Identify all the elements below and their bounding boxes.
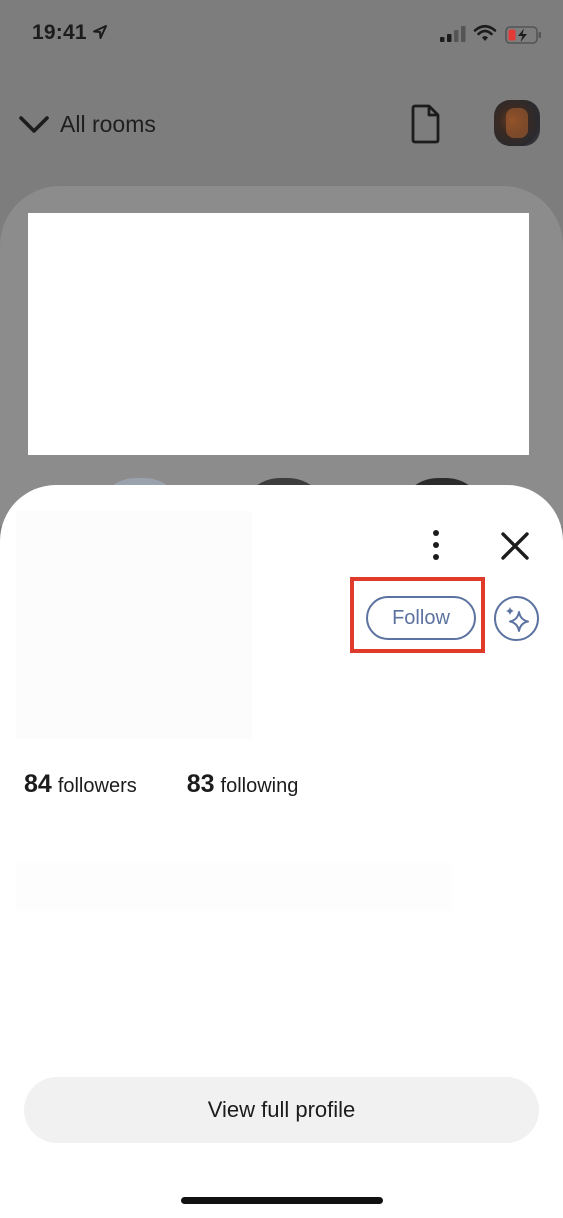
- location-arrow-icon: [93, 25, 107, 39]
- document-icon: [411, 104, 440, 144]
- follow-stats: 84 followers 83 following: [24, 770, 298, 799]
- user-avatar[interactable]: [494, 100, 540, 146]
- following-stat[interactable]: 83 following: [187, 770, 299, 799]
- sparkle-icon: [505, 606, 529, 632]
- bio-block: [16, 863, 452, 911]
- close-button[interactable]: [498, 529, 532, 563]
- wifi-icon: [473, 24, 497, 41]
- close-icon: [501, 532, 529, 560]
- followers-stat[interactable]: 84 followers: [24, 770, 137, 799]
- status-time: 19:41: [32, 21, 87, 44]
- more-options-button[interactable]: [422, 527, 450, 563]
- room-card[interactable]: [0, 186, 563, 526]
- status-bar: 19:41: [0, 0, 563, 70]
- top-nav: All rooms: [0, 96, 563, 152]
- cellular-signal-icon: [440, 26, 466, 42]
- room-preview: [28, 213, 529, 455]
- profile-photo: [16, 511, 252, 739]
- following-label: following: [220, 775, 299, 797]
- followers-count: 84: [24, 770, 52, 798]
- avatar-photo: [506, 108, 528, 138]
- follow-button[interactable]: Follow: [366, 596, 476, 640]
- ping-button[interactable]: [494, 596, 539, 641]
- all-rooms-selector[interactable]: All rooms: [18, 104, 156, 144]
- followers-label: followers: [57, 775, 137, 797]
- chevron-down-icon: [19, 116, 49, 133]
- following-count: 83: [186, 770, 215, 798]
- all-rooms-label: All rooms: [60, 110, 156, 137]
- profile-sheet: Follow 84 followers 83 following View fu…: [0, 485, 563, 1218]
- home-indicator[interactable]: [181, 1197, 383, 1204]
- vertical-ellipsis-icon: [433, 530, 439, 560]
- view-full-profile-button[interactable]: View full profile: [24, 1077, 539, 1143]
- document-button[interactable]: [408, 102, 444, 146]
- battery-charging-icon: [505, 26, 541, 44]
